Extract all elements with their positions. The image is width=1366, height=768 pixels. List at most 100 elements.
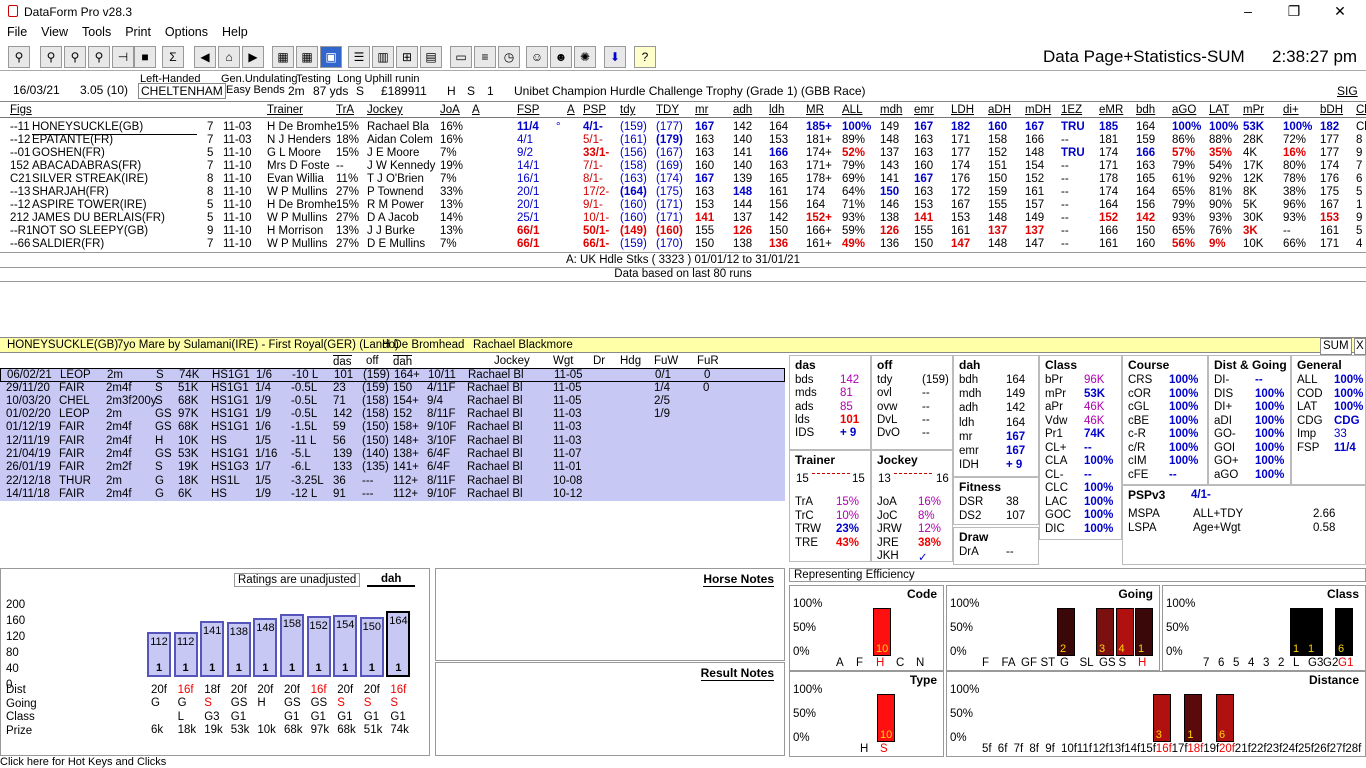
col-header-tra[interactable]: TrA: [336, 104, 354, 116]
clock-icon[interactable]: ◷: [498, 46, 520, 68]
person-icon[interactable]: ☺: [526, 46, 548, 68]
runner-name[interactable]: GOSHEN(FR): [32, 147, 105, 160]
runner-row[interactable]: 152 ABACADABRAS(FR) 7 11-10 Mrs D Foste -- J W…: [0, 160, 1366, 173]
rating-bar[interactable]: 138 1: [226, 621, 251, 677]
menu-print[interactable]: Print: [118, 24, 158, 41]
sig-button[interactable]: SIG: [1337, 84, 1358, 98]
menu-tools[interactable]: Tools: [75, 24, 118, 41]
rating-bar[interactable]: 112 1: [147, 632, 171, 677]
help-icon[interactable]: ?: [634, 46, 656, 68]
col-header-emr[interactable]: emr: [914, 104, 934, 116]
stats-icon[interactable]: ▣: [320, 46, 342, 68]
open-folder-icon[interactable]: ⌂: [218, 46, 240, 68]
form-col-fuw[interactable]: FuW: [654, 355, 678, 368]
form-col-off[interactable]: off: [366, 355, 379, 368]
rating-bar[interactable]: 154 1: [333, 615, 358, 677]
runner-name[interactable]: HONEYSUCKLE(GB): [32, 121, 197, 135]
resize-icon[interactable]: ⊞: [396, 46, 418, 68]
people-icon[interactable]: ☻: [550, 46, 572, 68]
col-header-aGO[interactable]: aGO: [1172, 104, 1196, 116]
form-col-wgt[interactable]: Wgt: [553, 355, 573, 368]
form-row[interactable]: 01/02/20 LEOP 2m GS 97K HS1G1 1/9 -0.5L 142 (158)…: [0, 408, 785, 422]
down-arrow-icon[interactable]: ⬇: [604, 46, 626, 68]
menu-view[interactable]: View: [34, 24, 75, 41]
col-header-joa[interactable]: JoA: [440, 104, 460, 116]
runner-name[interactable]: JAMES DU BERLAIS(FR): [32, 212, 165, 225]
col-header-adh[interactable]: adh: [733, 104, 752, 116]
col-header-ez[interactable]: 1EZ: [1061, 104, 1082, 116]
runner-row[interactable]: --R1 NOT SO SLEEPY(GB) 9 11-10 H Morrison 13%…: [0, 225, 1366, 238]
ratings-metric[interactable]: dah: [367, 573, 416, 587]
col-header-A2[interactable]: A: [567, 104, 575, 116]
runner-name[interactable]: ASPIRE TOWER(IRE): [32, 199, 147, 212]
stop-icon[interactable]: ■: [134, 46, 156, 68]
race-course[interactable]: CHELTENHAM: [138, 83, 226, 99]
search-icon[interactable]: ⚲: [40, 46, 62, 68]
col-header-jockey[interactable]: Jockey: [367, 104, 403, 116]
rating-bar[interactable]: 158 1: [280, 613, 304, 677]
search-prev-icon[interactable]: ⚲: [88, 46, 110, 68]
col-header-psp[interactable]: PSP: [583, 104, 606, 116]
rating-bar[interactable]: 150 1: [359, 617, 384, 677]
runner-name[interactable]: SILVER STREAK(IRE): [32, 173, 148, 186]
col-header-LDH[interactable]: LDH: [951, 104, 974, 116]
columns-icon[interactable]: ▥: [372, 46, 394, 68]
folder-icon[interactable]: ▭: [450, 46, 472, 68]
form-row[interactable]: 10/03/20 CHEL 2m3f200y S 68K HS1G1 1/9 -0.5L 71 (…: [0, 394, 785, 409]
notes-icon[interactable]: ▤: [420, 46, 442, 68]
rating-bar[interactable]: 164 1: [386, 611, 411, 677]
search-next-icon[interactable]: ⚲: [64, 46, 86, 68]
form-row[interactable]: 22/12/18 THUR 2m G 18K HS1L 1/5 -3.25L 36 --- 112+…: [0, 474, 785, 488]
col-header-A[interactable]: A: [472, 104, 480, 116]
rating-bar[interactable]: 141 1: [200, 620, 225, 677]
col-header-cl[interactable]: Cl: [1356, 104, 1366, 116]
runner-row[interactable]: --12 EPATANTE(FR) 7 11-03 N J Henders 18% Aida…: [0, 134, 1366, 147]
rating-bar[interactable]: 152 1: [306, 616, 331, 677]
sum-button[interactable]: SUM: [1320, 338, 1352, 355]
col-header-mDH[interactable]: mDH: [1025, 104, 1051, 116]
col-header-trainer[interactable]: Trainer: [267, 104, 303, 116]
grid-icon[interactable]: ▦: [272, 46, 294, 68]
col-header-MR[interactable]: MR: [806, 104, 824, 116]
rating-bar[interactable]: 112 1: [173, 632, 198, 677]
col-header-aDH[interactable]: aDH: [988, 104, 1011, 116]
maximize-icon[interactable]: ❐: [1284, 3, 1304, 20]
col-header-fsp[interactable]: FSP: [517, 104, 539, 116]
col-header-bdh[interactable]: bdh: [1136, 104, 1155, 116]
status-bar[interactable]: Click here for Hot Keys and Clicks: [0, 757, 1366, 768]
runner-row[interactable]: --11 HONEYSUCKLE(GB) 7 11-03 H De Bromhe 15% R…: [0, 121, 1366, 135]
runner-row[interactable]: 212 JAMES DU BERLAIS(FR) 5 11-10 W P Mullins…: [0, 212, 1366, 225]
menu-options[interactable]: Options: [158, 24, 215, 41]
form-col-hdg[interactable]: Hdg: [620, 355, 641, 368]
form-row[interactable]: 29/11/20 FAIR 2m4f S 51K HS1G1 1/4 -0.5L 23 (159)…: [0, 381, 785, 395]
close-icon[interactable]: ✕: [1330, 3, 1350, 20]
col-header-di[interactable]: di+: [1283, 104, 1299, 116]
runner-name[interactable]: EPATANTE(FR): [32, 134, 113, 147]
col-header-mdh[interactable]: mdh: [880, 104, 902, 116]
col-header-ldh[interactable]: ldh: [769, 104, 784, 116]
form-row[interactable]: 06/02/21 LEOP 2m S 74K HS1G1 1/6 -10 L 101 (159) 1…: [0, 368, 785, 382]
runner-name[interactable]: NOT SO SLEEPY(GB): [32, 225, 148, 238]
col-header-mr[interactable]: mr: [695, 104, 708, 116]
menu-file[interactable]: File: [0, 24, 34, 41]
form-row[interactable]: 01/12/19 FAIR 2m4f GS 68K HS1G1 1/6 -1.5L 59 (150…: [0, 421, 785, 435]
minimize-icon[interactable]: –: [1238, 3, 1258, 19]
runner-row[interactable]: --12 ASPIRE TOWER(IRE) 5 11-10 H De Bromhe 15…: [0, 199, 1366, 212]
prev-icon[interactable]: ◀: [194, 46, 216, 68]
split-icon[interactable]: ☰: [348, 46, 370, 68]
runner-row[interactable]: --66 SALDIER(FR) 7 11-10 W P Mullins 27% D E M…: [0, 238, 1366, 251]
form-row[interactable]: 14/11/18 FAIR 2m4f G 6K HS 1/9 -12 L 91 --- 112+ 9/…: [0, 487, 785, 502]
close-horse-button[interactable]: X: [1354, 338, 1366, 355]
form-row[interactable]: 21/04/19 FAIR 2m4f GS 53K HS1G1 1/16 -5.L 139 (14…: [0, 448, 785, 462]
runner-row[interactable]: --01 GOSHEN(FR) 5 11-10 G L Moore 15% J E Moor…: [0, 147, 1366, 160]
binoculars-icon[interactable]: ⚲: [8, 46, 30, 68]
form-col-jockey[interactable]: Jockey: [494, 355, 530, 368]
col-header-ALL[interactable]: ALL: [842, 104, 862, 116]
col-header-LAT[interactable]: LAT: [1209, 104, 1229, 116]
list-icon[interactable]: ≡: [474, 46, 496, 68]
col-header-mPr[interactable]: mPr: [1243, 104, 1264, 116]
form-row[interactable]: 12/11/19 FAIR 2m4f H 10K HS 1/5 -11 L 56 (150) 148…: [0, 434, 785, 449]
runner-name[interactable]: SHARJAH(FR): [32, 186, 109, 199]
rating-bar[interactable]: 148 1: [253, 617, 278, 677]
bulb-icon[interactable]: ✺: [574, 46, 596, 68]
